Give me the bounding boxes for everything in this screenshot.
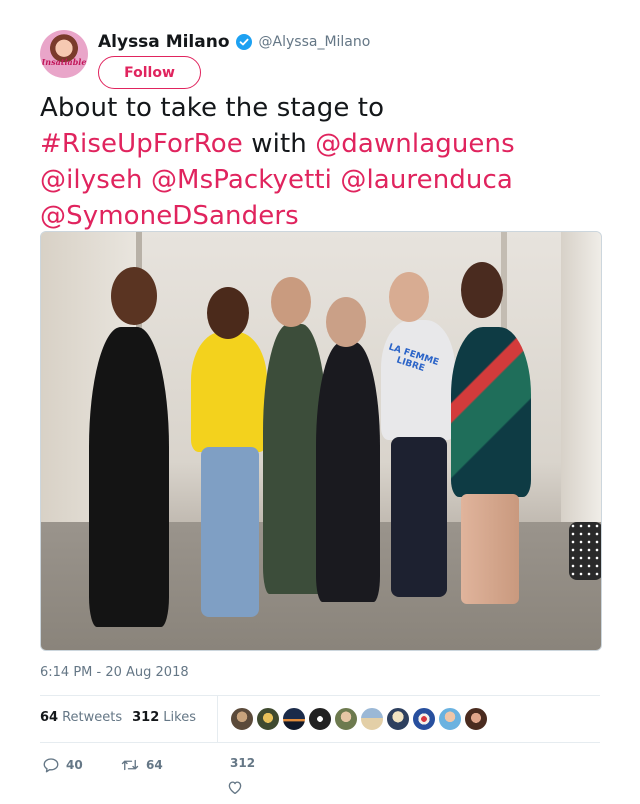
tweet-with-word: with [251, 129, 307, 159]
liker-avatar[interactable] [230, 707, 254, 731]
person-head [111, 267, 157, 325]
person-head [389, 272, 429, 322]
liker-avatar[interactable] [464, 707, 488, 731]
retweet-action[interactable]: 64 [120, 756, 163, 774]
person-floral-romper [451, 327, 531, 497]
retweets-stat[interactable]: 64 Retweets [40, 710, 122, 725]
avatar-text: Insatiable [41, 57, 87, 67]
mention-link[interactable]: @laurenduca [340, 165, 513, 195]
liker-avatar[interactable] [308, 707, 332, 731]
person-head [207, 287, 249, 339]
divider [40, 742, 600, 743]
person-jeans [201, 447, 259, 617]
likes-label: Likes [163, 710, 196, 725]
person-head [326, 297, 366, 347]
tweet-timestamp[interactable]: 6:14 PM - 20 Aug 2018 [40, 665, 189, 680]
mention-link[interactable]: @MsPackyetti [151, 165, 332, 195]
author-avatar[interactable]: Insatiable [40, 30, 88, 78]
reply-count: 40 [66, 758, 83, 772]
retweet-count: 64 [146, 758, 163, 772]
tweet-photo[interactable]: LA FEMME LIBRE [40, 231, 602, 651]
person-black-skirt [316, 342, 380, 602]
mention-link[interactable]: @SymoneDSanders [40, 201, 299, 231]
person-head [271, 277, 311, 327]
liker-avatar[interactable] [386, 707, 410, 731]
mention-link[interactable]: @dawnlaguens [315, 129, 515, 159]
author-name[interactable]: Alyssa Milano [98, 32, 230, 52]
person-head [461, 262, 503, 318]
like-action[interactable] [226, 778, 244, 796]
follow-button[interactable]: Follow [98, 56, 201, 89]
liker-avatar[interactable] [256, 707, 280, 731]
person-white-tee [381, 320, 455, 440]
person-legs [461, 494, 519, 604]
reply-icon [43, 758, 59, 773]
liker-avatar[interactable] [360, 707, 384, 731]
likers-avatars [230, 707, 488, 731]
retweets-count: 64 [40, 710, 59, 725]
liker-avatar[interactable] [334, 707, 358, 731]
retweets-label: Retweets [62, 710, 123, 725]
likes-stat[interactable]: 312 Likes [132, 710, 196, 725]
person-yellow-jacket [191, 332, 267, 452]
person-black-dress [89, 327, 169, 627]
retweet-icon [121, 759, 139, 771]
liker-avatar[interactable] [282, 707, 306, 731]
likes-count: 312 [132, 710, 160, 725]
tweet-text-prefix: About to take the stage to [40, 93, 385, 123]
like-count-action[interactable]: 312 [230, 756, 255, 770]
heart-icon [228, 781, 242, 795]
tweet-text: About to take the stage to #RiseUpForRoe… [40, 90, 610, 234]
divider [40, 695, 600, 696]
tweet-stats: 64 Retweets 312 Likes [40, 710, 196, 725]
mention-link[interactable]: @ilyseh [40, 165, 143, 195]
stats-divider [217, 696, 218, 742]
tweet-actions: 40 64 312 [40, 752, 600, 796]
verified-badge-icon [235, 34, 252, 50]
like-count: 312 [230, 756, 256, 770]
hashtag-link[interactable]: #RiseUpForRoe [40, 129, 243, 159]
liker-avatar[interactable] [412, 707, 436, 731]
person-dark-jeans [391, 437, 447, 597]
author-handle[interactable]: @Alyssa_Milano [259, 34, 371, 50]
polka-dot-bag [569, 522, 601, 580]
reply-action[interactable]: 40 [42, 756, 83, 774]
author-header: Alyssa Milano @Alyssa_Milano [98, 32, 370, 52]
liker-avatar[interactable] [438, 707, 462, 731]
